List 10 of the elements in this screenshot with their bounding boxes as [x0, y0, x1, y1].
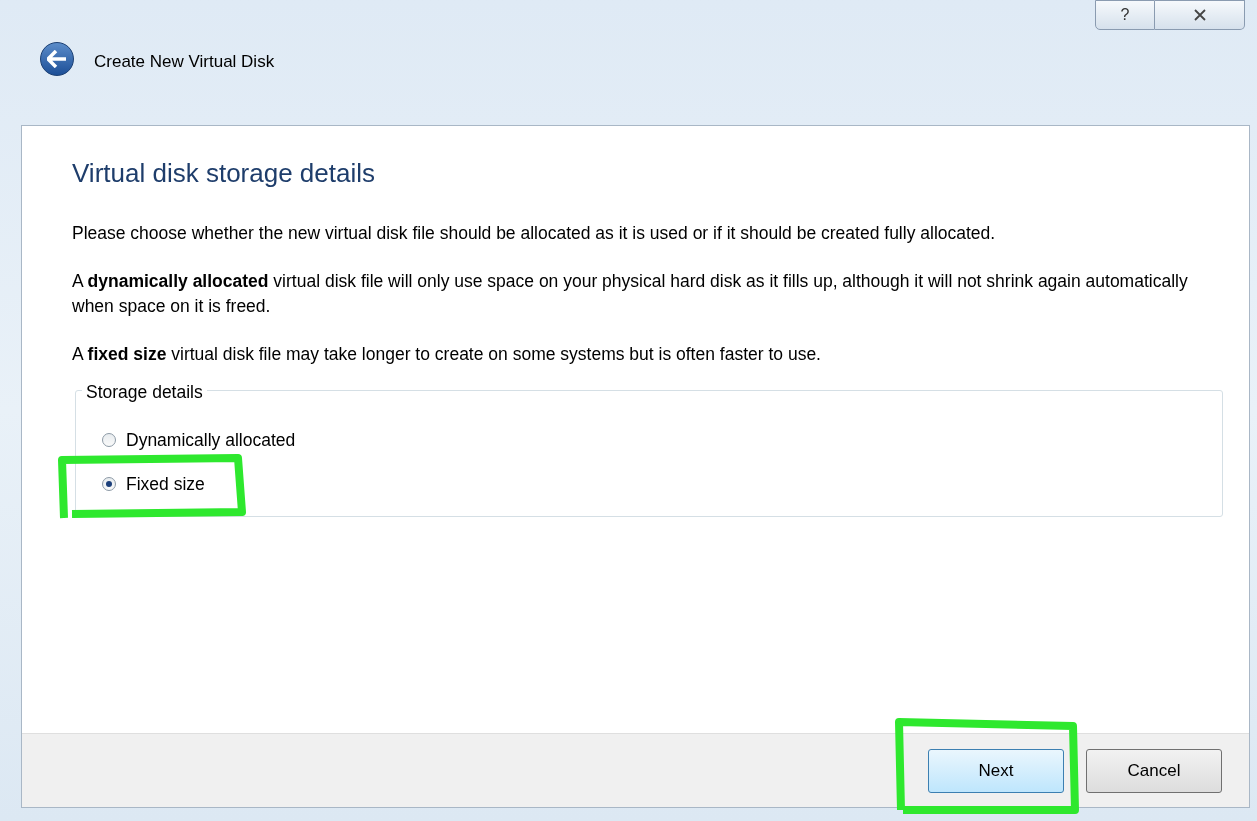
radio-option[interactable]: Dynamically allocated	[102, 427, 296, 454]
description-text: A dynamically allocated virtual disk file will only use space on your physical hard disk as it fills up, although it will not shrink again automatically when space on it is freed.	[72, 270, 1189, 318]
page-heading: Virtual disk storage details	[72, 157, 376, 190]
description-text: A fixed size virtual disk file may take longer to create on some systems but is often faster to use.	[72, 343, 822, 366]
description-text: Please choose whether the new virtual disk file should be allocated as it is used or if it should be created fully allocated.	[72, 222, 997, 245]
radio-option[interactable]: Fixed size	[102, 471, 205, 498]
window-title: Create New Virtual Disk	[94, 51, 275, 73]
next-button[interactable]: Next	[928, 748, 1064, 793]
cancel-button[interactable]: Cancel	[1086, 748, 1222, 793]
help-button[interactable]: ?	[1095, 0, 1155, 30]
